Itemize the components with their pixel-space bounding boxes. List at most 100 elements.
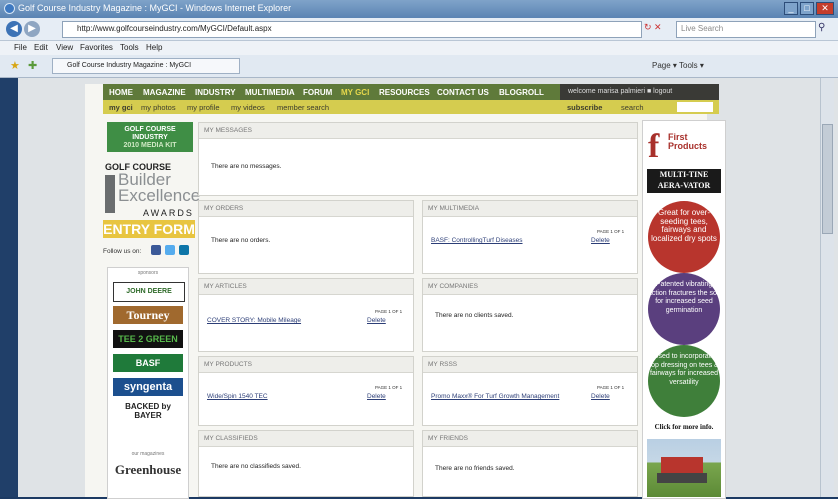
media-kit-banner[interactable]: GOLF COURSE INDUSTRY 2010 MEDIA KIT — [107, 122, 193, 152]
close-button[interactable]: ✕ — [816, 2, 834, 15]
greenhouse-logo[interactable]: Greenhouse — [108, 462, 188, 478]
nav-industry[interactable]: INDUSTRY — [195, 88, 236, 97]
sponsor-tourney[interactable]: Tourney — [113, 306, 183, 324]
page-indicator: PAGE 1 OF 1 — [375, 385, 403, 390]
rss-item-link[interactable]: Promo Maxx® For Turf Growth Management — [431, 393, 559, 400]
nav-resources[interactable]: RESOURCES — [379, 88, 430, 97]
delete-link[interactable]: Delete — [591, 237, 610, 244]
panel-header: MY ARTICLES — [199, 279, 413, 295]
maximize-button[interactable]: □ — [800, 2, 814, 15]
page-indicator: PAGE 1 OF 1 — [597, 229, 625, 234]
subnav-profile[interactable]: my profile — [187, 103, 220, 112]
title-bar: Golf Course Industry Magazine : MyGCI - … — [0, 0, 838, 18]
vertical-scrollbar[interactable] — [820, 78, 834, 497]
nav-home[interactable]: HOME — [109, 88, 133, 97]
menu-help[interactable]: Help — [146, 43, 162, 52]
empty-message: There are no messages. — [211, 163, 282, 170]
ad-cta[interactable]: Click for more info. — [643, 423, 725, 431]
ad-bubble-1: Great for over-seeding tees, fairways an… — [648, 201, 720, 273]
panel-header: MY COMPANIES — [423, 279, 637, 295]
panel-title: MY ARTICLES — [204, 283, 247, 290]
panel-my-companies: MY COMPANIES There are no clients saved. — [422, 278, 638, 352]
menu-file[interactable]: File — [14, 43, 27, 52]
panel-title: MY RSSS — [428, 361, 458, 368]
panel-my-rss: MY RSSS PAGE 1 OF 1 Promo Maxx® For Turf… — [422, 356, 638, 426]
menu-tools[interactable]: Tools — [120, 43, 139, 52]
subnav-videos[interactable]: my videos — [231, 103, 265, 112]
panel-header: MY PRODUCTS — [199, 357, 413, 373]
site-search-input[interactable] — [677, 102, 713, 112]
panel-header: MY MULTIMEDIA — [423, 201, 637, 217]
panel-title: MY FRIENDS — [428, 435, 468, 442]
desktop-background — [0, 78, 18, 497]
delete-link[interactable]: Delete — [367, 317, 386, 324]
sponsor-john-deere[interactable]: JOHN DEERE — [113, 282, 185, 302]
panel-my-multimedia: MY MULTIMEDIA PAGE 1 OF 1 BASF: Controll… — [422, 200, 638, 274]
add-favorites-icon[interactable]: ✚ — [28, 59, 37, 72]
nav-multimedia[interactable]: MULTIMEDIA — [245, 88, 295, 97]
ad-headline-2: AERA-VATOR — [657, 181, 711, 190]
panel-header: MY RSSS — [423, 357, 637, 373]
multimedia-item-link[interactable]: BASF: ControllingTurf Diseases — [431, 237, 523, 244]
ad-headline: MULTI-TINE AERA-VATOR — [647, 169, 721, 193]
panel-header: MY FRIENDS — [423, 431, 637, 447]
subscribe-link[interactable]: subscribe — [567, 103, 602, 112]
linkedin-icon[interactable] — [179, 245, 189, 255]
menu-favorites[interactable]: Favorites — [80, 43, 113, 52]
live-search-field[interactable]: Live Search — [676, 21, 816, 38]
page-indicator: PAGE 1 OF 1 — [597, 385, 625, 390]
article-item-link[interactable]: COVER STORY: Mobile Mileage — [207, 317, 301, 324]
nav-forum[interactable]: FORUM — [303, 88, 332, 97]
welcome-text[interactable]: welcome marisa palmieri ■ logout — [568, 88, 672, 95]
scrollbar-thumb[interactable] — [822, 124, 833, 234]
left-sidebar: GOLF COURSE INDUSTRY 2010 MEDIA KIT GOLF… — [103, 122, 200, 499]
panel-header: MY CLASSIFIEDS — [199, 431, 413, 447]
search-icon[interactable]: ⚲ — [818, 22, 825, 33]
sponsor-syngenta[interactable]: syngenta — [113, 378, 183, 396]
delete-link[interactable]: Delete — [367, 393, 386, 400]
panel-title: MY CLASSIFIEDS — [204, 435, 258, 442]
subnav-photos[interactable]: my photos — [141, 103, 176, 112]
mediakit-line-2: INDUSTRY — [132, 134, 168, 141]
machine-tines — [657, 473, 707, 483]
subnav-member-search[interactable]: member search — [277, 103, 329, 112]
command-bar[interactable]: Page ▾ Tools ▾ — [652, 61, 704, 70]
empty-message: There are no orders. — [211, 237, 271, 244]
delete-link[interactable]: Delete — [591, 393, 610, 400]
year-bar — [105, 175, 115, 213]
sponsors-label: sponsors — [137, 270, 159, 276]
panel-my-classifieds: MY CLASSIFIEDS There are no classifieds … — [198, 430, 414, 497]
nav-magazine[interactable]: MAGAZINE — [143, 88, 186, 97]
twitter-icon[interactable] — [165, 245, 175, 255]
aeravator-machine-image — [647, 439, 721, 497]
facebook-icon[interactable] — [151, 245, 161, 255]
advertisement-panel[interactable]: f First Products MULTI-TINE AERA-VATOR G… — [642, 120, 726, 499]
empty-message: There are no classifieds saved. — [211, 463, 301, 470]
panel-header: MY MESSAGES — [199, 123, 637, 139]
mediakit-line-3: 2010 MEDIA KIT — [123, 142, 177, 149]
back-button[interactable]: ◀ — [6, 21, 22, 37]
nav-contact[interactable]: CONTACT US — [437, 88, 489, 97]
search-label: search — [621, 103, 644, 112]
follow-us-label: Follow us on: — [103, 248, 142, 255]
product-item-link[interactable]: Wide/Spin 1540 TEC — [207, 393, 268, 400]
nav-mygci[interactable]: MY GCI — [341, 88, 369, 97]
refresh-stop-icons[interactable]: ↻ ✕ — [644, 22, 662, 33]
sponsor-bayer[interactable]: BACKED by BAYER — [113, 402, 183, 424]
nav-blogroll[interactable]: BLOGROLL — [499, 88, 544, 97]
panel-title: MY MESSAGES — [204, 127, 252, 134]
address-field[interactable]: http://www.golfcourseindustry.com/MyGCI/… — [62, 21, 642, 38]
menu-view[interactable]: View — [56, 43, 73, 52]
url-text: http://www.golfcourseindustry.com/MyGCI/… — [77, 24, 272, 33]
minimize-button[interactable]: _ — [784, 2, 798, 15]
tab-mygci[interactable]: Golf Course Industry Magazine : MyGCI — [52, 58, 240, 74]
main-navigation: HOME MAGAZINE INDUSTRY MULTIMEDIA FORUM … — [103, 84, 719, 100]
sponsor-basf[interactable]: BASF — [113, 354, 183, 372]
favorites-star-icon[interactable]: ★ — [10, 59, 20, 72]
subnav-mygci[interactable]: my gci — [109, 103, 133, 112]
menu-edit[interactable]: Edit — [34, 43, 48, 52]
sponsor-tee2green[interactable]: TEE 2 GREEN — [113, 330, 183, 348]
forward-button[interactable]: ▶ — [24, 21, 40, 37]
entry-form-button[interactable]: ENTRY FORM — [103, 220, 195, 238]
panel-my-friends: MY FRIENDS There are no friends saved. — [422, 430, 638, 497]
